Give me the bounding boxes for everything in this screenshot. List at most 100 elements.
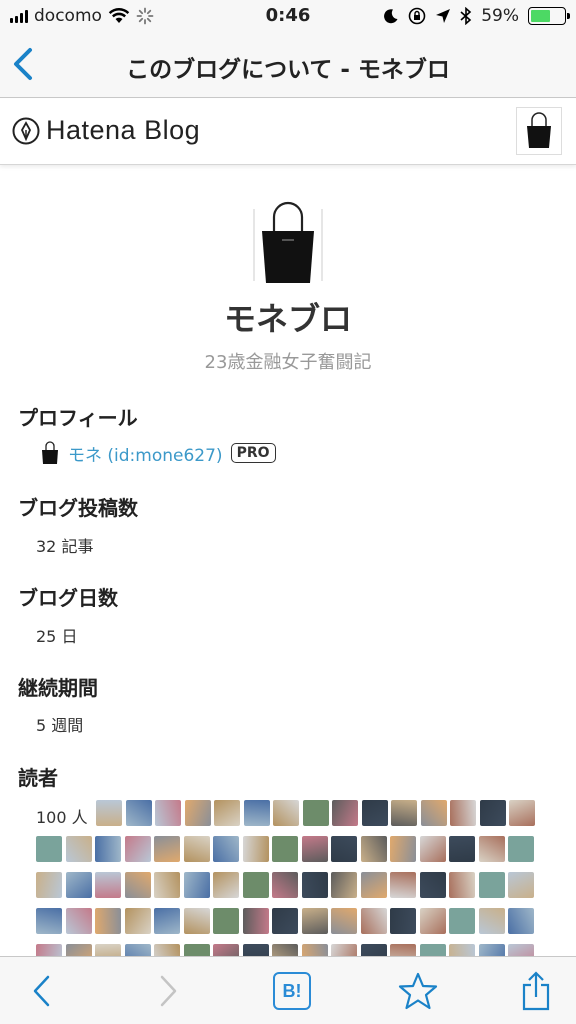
reader-avatar[interactable] — [36, 908, 62, 934]
reader-avatar[interactable] — [183, 908, 210, 934]
reader-avatar[interactable] — [183, 944, 210, 956]
reader-avatar[interactable] — [184, 800, 211, 826]
duration-value: 5 週間 — [36, 716, 84, 735]
reader-avatar[interactable] — [65, 872, 92, 898]
reader-avatar[interactable] — [331, 872, 357, 898]
reader-avatar[interactable] — [213, 944, 239, 956]
reader-avatar[interactable] — [272, 908, 298, 934]
reader-avatar[interactable] — [242, 944, 269, 956]
moon-icon — [384, 9, 398, 24]
hatena-blog-logo[interactable]: Hatena Blog — [12, 115, 200, 146]
reader-avatar[interactable] — [508, 944, 534, 956]
reader-avatar[interactable] — [154, 872, 180, 898]
reader-avatar[interactable] — [272, 872, 298, 898]
reader-avatar[interactable] — [65, 908, 92, 934]
reader-avatar[interactable] — [449, 836, 475, 862]
reader-avatar[interactable] — [478, 836, 505, 862]
reader-avatar[interactable] — [332, 800, 358, 826]
reader-avatar[interactable] — [242, 836, 269, 862]
reader-avatar[interactable] — [361, 800, 388, 826]
reader-avatar[interactable] — [390, 836, 416, 862]
browser-forward-button[interactable] — [146, 969, 190, 1013]
reader-avatar[interactable] — [450, 800, 476, 826]
reader-avatar[interactable] — [301, 908, 328, 934]
reader-avatar[interactable] — [154, 908, 180, 934]
reader-avatar[interactable] — [124, 944, 151, 956]
reader-avatar[interactable] — [508, 836, 534, 862]
reader-avatar[interactable] — [96, 800, 122, 826]
reader-avatar[interactable] — [449, 872, 475, 898]
reader-avatar[interactable] — [420, 800, 447, 826]
reader-avatar[interactable] — [272, 836, 298, 862]
reader-avatar[interactable] — [478, 908, 505, 934]
reader-avatar[interactable] — [390, 908, 416, 934]
favorite-button[interactable] — [396, 969, 440, 1013]
reader-avatar[interactable] — [243, 800, 270, 826]
reader-avatar[interactable] — [95, 944, 121, 956]
reader-avatar[interactable] — [419, 872, 446, 898]
reader-avatar[interactable] — [154, 944, 180, 956]
reader-avatar[interactable] — [301, 872, 328, 898]
bluetooth-icon — [460, 7, 472, 25]
reader-avatar[interactable] — [213, 872, 239, 898]
reader-avatar[interactable] — [183, 836, 210, 862]
reader-avatar[interactable] — [360, 944, 387, 956]
reader-avatar[interactable] — [95, 872, 121, 898]
reader-avatar[interactable] — [478, 872, 505, 898]
reader-avatar[interactable] — [36, 836, 62, 862]
browser-back-button[interactable] — [20, 969, 64, 1013]
reader-avatar[interactable] — [478, 944, 505, 956]
reader-avatar[interactable] — [419, 908, 446, 934]
reader-avatar[interactable] — [242, 872, 269, 898]
reader-avatar[interactable] — [391, 800, 417, 826]
reader-avatar[interactable] — [65, 836, 92, 862]
reader-avatar[interactable] — [125, 800, 152, 826]
blog-thumbnail[interactable] — [516, 107, 562, 155]
reader-avatar[interactable] — [449, 944, 475, 956]
reader-avatar[interactable] — [272, 944, 298, 956]
reader-avatar[interactable] — [65, 944, 92, 956]
main-content: モネブロ 23歳金融女子奮闘記 プロフィール モネ (id:mone627) P… — [0, 166, 576, 956]
reader-avatar[interactable] — [214, 800, 240, 826]
reader-avatar[interactable] — [183, 872, 210, 898]
reader-avatar[interactable] — [124, 908, 151, 934]
reader-avatar[interactable] — [508, 908, 534, 934]
reader-avatar[interactable] — [331, 836, 357, 862]
chevron-right-icon — [160, 975, 177, 1007]
reader-avatar[interactable] — [301, 944, 328, 956]
status-right: 59% — [383, 6, 570, 26]
posts-value: 32 記事 — [36, 537, 94, 556]
reader-avatar[interactable] — [273, 800, 299, 826]
reader-avatar[interactable] — [508, 872, 534, 898]
reader-avatar[interactable] — [419, 836, 446, 862]
reader-avatar[interactable] — [242, 908, 269, 934]
reader-avatar[interactable] — [124, 872, 151, 898]
reader-avatar[interactable] — [213, 908, 239, 934]
share-button[interactable] — [514, 969, 558, 1013]
reader-avatar[interactable] — [213, 836, 239, 862]
reader-avatar[interactable] — [155, 800, 181, 826]
reader-avatar[interactable] — [154, 836, 180, 862]
hatena-bookmark-button[interactable]: B! — [270, 969, 314, 1013]
reader-avatar[interactable] — [479, 800, 506, 826]
reader-avatar[interactable] — [419, 944, 446, 956]
chevron-left-icon — [33, 975, 50, 1007]
reader-avatar[interactable] — [95, 836, 121, 862]
reader-avatar[interactable] — [360, 872, 387, 898]
reader-avatar[interactable] — [390, 872, 416, 898]
reader-avatar[interactable] — [360, 908, 387, 934]
reader-avatar[interactable] — [124, 836, 151, 862]
reader-avatar[interactable] — [331, 908, 357, 934]
reader-avatar[interactable] — [390, 944, 416, 956]
reader-avatar[interactable] — [301, 836, 328, 862]
readers-heading: 読者 — [18, 766, 58, 790]
reader-avatar[interactable] — [36, 872, 62, 898]
reader-avatar[interactable] — [509, 800, 535, 826]
profile-user-link[interactable]: モネ (id:mone627) — [68, 441, 223, 466]
reader-avatar[interactable] — [302, 800, 329, 826]
reader-avatar[interactable] — [449, 908, 475, 934]
reader-avatar[interactable] — [331, 944, 357, 956]
reader-avatar[interactable] — [36, 944, 62, 956]
reader-avatar[interactable] — [95, 908, 121, 934]
reader-avatar[interactable] — [360, 836, 387, 862]
